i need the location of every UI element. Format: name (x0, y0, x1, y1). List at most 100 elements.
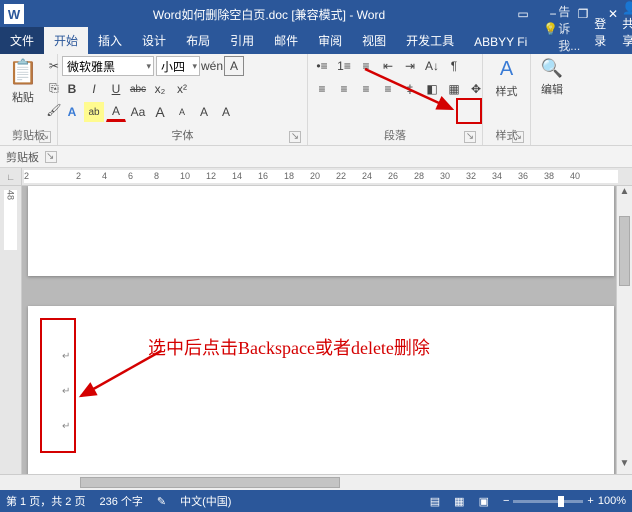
show-marks-button[interactable]: ¶ (444, 56, 464, 76)
vertical-scroll-thumb[interactable] (619, 216, 630, 286)
char-shading-button[interactable]: A (216, 102, 236, 122)
align-justify-button[interactable]: ≡ (378, 79, 398, 99)
superscript-button[interactable]: x² (172, 79, 192, 99)
bullets-button[interactable]: •≡ (312, 56, 332, 76)
status-bar: 第 1 页，共 2 页 236 个字 ✎ 中文(中国) ▤ ▦ ▣ − + 10… (0, 490, 632, 512)
tell-me[interactable]: 💡告诉我... (537, 3, 586, 54)
increase-indent-button[interactable]: ⇥ (400, 56, 420, 76)
ruler-horizontal[interactable]: ∟ 2246810121416182022242628303234363840 (0, 168, 632, 186)
horizontal-scrollbar[interactable] (0, 474, 632, 490)
numbering-icon: 1≡ (337, 59, 351, 73)
decrease-indent-button[interactable]: ⇤ (378, 56, 398, 76)
status-language[interactable]: 中文(中国) (180, 493, 231, 509)
tab-design[interactable]: 设计 (132, 27, 176, 54)
zoom-out-button[interactable]: − (503, 495, 509, 507)
paragraph-mark: ↵ (62, 421, 70, 432)
align-center-button[interactable]: ≡ (334, 79, 354, 99)
share-button[interactable]: 👤 共享 (614, 0, 632, 54)
status-spellcheck[interactable]: ✎ (157, 495, 166, 508)
clear-formatting-button[interactable]: A (194, 102, 214, 122)
ruler-tick: 6 (128, 171, 133, 181)
tell-me-label: 告诉我... (558, 3, 580, 54)
font-family-select[interactable]: 微软雅黑 (62, 56, 154, 76)
ruler-tick: 20 (310, 171, 320, 181)
annotation-text: 选中后点击Backspace或者delete删除 (148, 334, 430, 360)
clipboard-launcher[interactable]: ↘ (39, 131, 51, 143)
status-word-count[interactable]: 236 个字 (99, 493, 142, 509)
document-pages[interactable]: ↵ ↵ ↵ 选中后点击Backspace或者delete删除 (28, 186, 614, 474)
tab-references[interactable]: 引用 (220, 27, 264, 54)
align-left-button[interactable]: ≡ (312, 79, 332, 99)
align-right-button[interactable]: ≡ (356, 79, 376, 99)
scroll-down-button[interactable]: ▼ (617, 458, 632, 474)
styles-button[interactable]: A 样式 (492, 56, 522, 101)
group-editing-label (535, 141, 569, 145)
strikethrough-button[interactable]: abc (128, 79, 148, 99)
tab-home[interactable]: 开始 (44, 27, 88, 54)
zoom-slider-thumb[interactable] (558, 496, 564, 507)
status-page[interactable]: 第 1 页，共 2 页 (6, 493, 85, 509)
page-1[interactable] (28, 186, 614, 276)
font-color-button[interactable]: A (106, 102, 126, 122)
tab-developer[interactable]: 开发工具 (396, 27, 464, 54)
paragraph-launcher[interactable]: ↘ (464, 131, 476, 143)
char-border-button[interactable]: A (224, 56, 244, 76)
ruler-tick: 38 (544, 171, 554, 181)
tab-review[interactable]: 审阅 (308, 27, 352, 54)
zoom-in-button[interactable]: + (587, 495, 593, 507)
tab-abbyy[interactable]: ABBYY Fi (464, 30, 537, 54)
underline-button[interactable]: U (106, 79, 126, 99)
page-2[interactable]: ↵ ↵ ↵ 选中后点击Backspace或者delete删除 (28, 306, 614, 474)
line-spacing-button[interactable]: ‡ (400, 79, 420, 99)
line-spacing-icon: ‡ (407, 82, 414, 96)
find-icon: 🔍 (541, 58, 563, 79)
multilevel-list-button[interactable]: ≡ (356, 56, 376, 76)
change-case-button[interactable]: Aa (128, 102, 148, 122)
borders-button[interactable]: ▦ (444, 79, 464, 99)
view-print-layout[interactable]: ▦ (454, 495, 464, 508)
bold-button[interactable]: B (62, 79, 82, 99)
editing-button[interactable]: 🔍 编辑 (537, 56, 567, 99)
ruler-vertical[interactable]: 48 (0, 186, 22, 474)
numbering-button[interactable]: 1≡ (334, 56, 354, 76)
tab-layout[interactable]: 布局 (176, 27, 220, 54)
zoom-level[interactable]: 100% (598, 495, 626, 507)
ribbon: 📋 粘贴 ✂ ⎘ 🖌 剪贴板↘ 微软雅黑 小四 wén A B I U (0, 54, 632, 146)
view-read-mode[interactable]: ▤ (430, 495, 440, 508)
paste-button[interactable]: 📋 粘贴 (4, 56, 42, 107)
tab-view[interactable]: 视图 (352, 27, 396, 54)
login-button[interactable]: 登录 (586, 10, 614, 54)
snap-icon: ✥ (471, 82, 481, 96)
tab-mailings[interactable]: 邮件 (264, 27, 308, 54)
horizontal-scroll-thumb[interactable] (80, 477, 340, 488)
ruler-tick: 40 (570, 171, 580, 181)
clipboard-pane-launcher[interactable]: ↘ (45, 151, 57, 163)
shrink-font-button[interactable]: A (172, 102, 192, 122)
shading-button[interactable]: ◧ (422, 79, 442, 99)
scroll-up-button[interactable]: ▲ (617, 186, 632, 202)
italic-button[interactable]: I (84, 79, 104, 99)
grow-font-button[interactable]: A (150, 102, 170, 122)
tab-file[interactable]: 文件 (0, 27, 44, 54)
subscript-button[interactable]: x₂ (150, 79, 170, 99)
clipboard-pane-label[interactable]: 剪贴板 (6, 149, 39, 165)
font-size-select[interactable]: 小四 (156, 56, 200, 76)
highlight-button[interactable]: ab (84, 102, 104, 122)
tab-insert[interactable]: 插入 (88, 27, 132, 54)
styles-icon: A (500, 58, 513, 81)
indent-icon: ⇥ (405, 59, 415, 73)
font-launcher[interactable]: ↘ (289, 131, 301, 143)
font-family-value: 微软雅黑 (67, 58, 115, 75)
ruler-tick: 32 (466, 171, 476, 181)
app-word-icon: W (4, 4, 24, 24)
styles-launcher[interactable]: ↘ (512, 131, 524, 143)
ribbon-options-button[interactable]: ▭ (508, 4, 538, 24)
text-effects-button[interactable]: A (62, 102, 82, 122)
char-shading-icon: A (222, 105, 230, 119)
sort-button[interactable]: A↓ (422, 56, 442, 76)
phonetic-guide-button[interactable]: wén (202, 56, 222, 76)
tab-selector[interactable]: ∟ (0, 168, 22, 185)
group-paragraph-label: 段落↘ (312, 125, 478, 145)
vertical-scrollbar[interactable]: ▲ ▼ (616, 186, 632, 474)
view-web-layout[interactable]: ▣ (479, 495, 489, 508)
